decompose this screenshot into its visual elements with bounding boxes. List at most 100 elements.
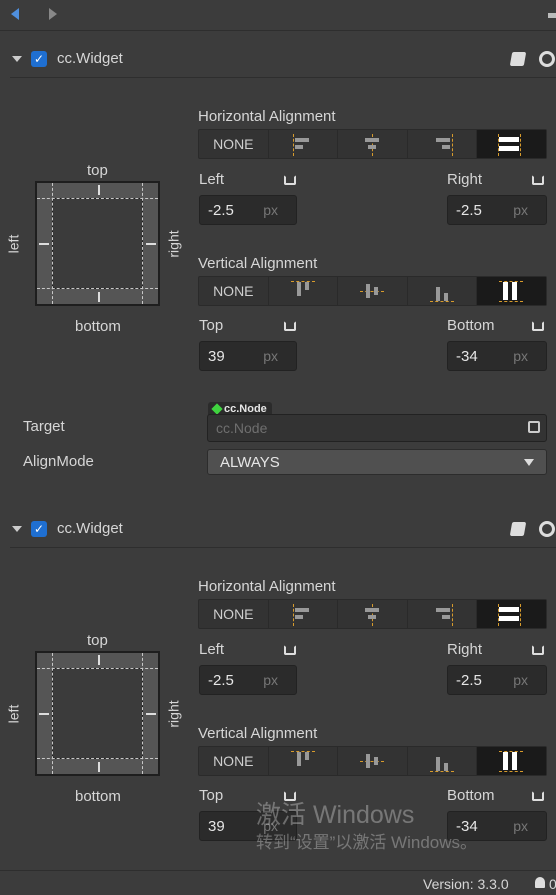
align-mode-select[interactable]: ALWAYS: [207, 449, 547, 475]
target-label: Target: [23, 418, 65, 435]
top-lock-icon[interactable]: [284, 321, 296, 331]
vertical-alignment-label: Vertical Alignment: [198, 255, 318, 272]
collapse-arrow-icon[interactable]: [12, 56, 22, 62]
align-bottom-icon-bar2: [443, 293, 448, 301]
toolbar-divider: [0, 30, 556, 31]
v-align-stretch-button[interactable]: [477, 277, 546, 305]
activation-watermark-title: 激活 Windows: [256, 801, 415, 829]
left-lock-icon[interactable]: [284, 645, 296, 655]
h-align-stretch-button[interactable]: [477, 600, 546, 628]
activation-watermark-subtitle: 转到“设置”以激活 Windows。: [256, 833, 478, 852]
diagram-node: [52, 668, 143, 759]
widget-component-1: ✓ cc.Widget top bottom left right Horizo…: [0, 40, 556, 510]
right-unit: px: [513, 202, 528, 218]
menu-icon[interactable]: [548, 13, 556, 18]
middle-guide: [360, 291, 385, 292]
back-icon[interactable]: [11, 8, 19, 20]
h-align-left-button[interactable]: [269, 130, 339, 158]
align-right-icon: [435, 138, 450, 142]
left-unit: px: [263, 672, 278, 688]
horizontal-alignment-label: Horizontal Alignment: [198, 578, 336, 595]
enabled-checkbox[interactable]: ✓: [31, 521, 47, 537]
horizontal-alignment-label: Horizontal Alignment: [198, 108, 336, 125]
right-value: -2.5: [456, 202, 482, 219]
h-align-right-button[interactable]: [408, 130, 478, 158]
guide-top: [37, 668, 158, 669]
right-value: -2.5: [456, 672, 482, 689]
align-center-icon-bar2: [368, 145, 377, 149]
diagram-left-label: left: [5, 704, 22, 724]
align-top-icon: [296, 282, 301, 296]
help-book-icon[interactable]: [509, 52, 527, 66]
v-align-stretch-button[interactable]: [477, 747, 546, 775]
forward-icon[interactable]: [49, 8, 57, 20]
align-middle-icon: [366, 284, 371, 298]
left-input[interactable]: -2.5 px: [199, 665, 297, 695]
left-value: -2.5: [208, 202, 234, 219]
v-align-top-button[interactable]: [269, 277, 339, 305]
alignment-diagram[interactable]: [35, 651, 160, 776]
bottom-lock-icon[interactable]: [532, 791, 544, 801]
align-left-icon-bar2: [294, 145, 303, 149]
v-align-none-button[interactable]: NONE: [199, 747, 269, 775]
node-picker-icon[interactable]: [528, 421, 540, 433]
v-align-none-button[interactable]: NONE: [199, 277, 269, 305]
bottom-lock-icon[interactable]: [532, 321, 544, 331]
stretch-guide-right: [520, 134, 522, 156]
h-align-stretch-button[interactable]: [477, 130, 546, 158]
left-input[interactable]: -2.5 px: [199, 195, 297, 225]
guide-top: [37, 198, 158, 199]
align-middle-icon-bar2: [374, 757, 379, 765]
align-stretch-icon-bar2: [499, 616, 520, 621]
v-align-bottom-button[interactable]: [408, 277, 478, 305]
diagram-left-label: left: [5, 234, 22, 254]
guide-bottom: [37, 288, 158, 289]
right-input[interactable]: -2.5 px: [447, 195, 547, 225]
bottom-label: Bottom: [447, 317, 495, 334]
h-align-none-button[interactable]: NONE: [199, 600, 269, 628]
h-align-left-button[interactable]: [269, 600, 339, 628]
align-right-icon-bar2: [441, 145, 450, 149]
align-center-icon: [365, 138, 380, 142]
v-align-bottom-button[interactable]: [408, 747, 478, 775]
v-align-middle-button[interactable]: [338, 747, 408, 775]
align-center-icon: [365, 608, 380, 612]
align-top-icon-bar2: [304, 282, 309, 290]
vertical-alignment-label: Vertical Alignment: [198, 725, 318, 742]
left-edge-guide: [292, 134, 294, 156]
bottom-unit: px: [513, 348, 528, 364]
v-align-middle-button[interactable]: [338, 277, 408, 305]
top-value: 39: [208, 818, 225, 835]
top-arrow-icon: [98, 185, 100, 195]
settings-gear-icon[interactable]: [539, 51, 555, 67]
h-align-center-button[interactable]: [338, 130, 408, 158]
bottom-input[interactable]: -34 px: [447, 341, 547, 371]
align-middle-icon-bar2: [374, 287, 379, 295]
top-input[interactable]: 39 px: [199, 341, 297, 371]
target-input[interactable]: cc.Node: [207, 414, 547, 442]
middle-guide: [360, 761, 385, 762]
collapse-arrow-icon[interactable]: [12, 526, 22, 532]
left-lock-icon[interactable]: [284, 175, 296, 185]
h-align-none-button[interactable]: NONE: [199, 130, 269, 158]
h-align-center-button[interactable]: [338, 600, 408, 628]
right-arrow-icon: [146, 713, 156, 715]
right-lock-icon[interactable]: [532, 175, 544, 185]
guide-bottom: [37, 758, 158, 759]
h-align-right-button[interactable]: [408, 600, 478, 628]
vertical-alignment-group: NONE: [198, 276, 547, 306]
alignment-diagram[interactable]: [35, 181, 160, 306]
v-align-top-button[interactable]: [269, 747, 339, 775]
align-top-icon: [296, 752, 301, 766]
v-none-label: NONE: [213, 753, 254, 769]
settings-gear-icon[interactable]: [539, 521, 555, 537]
right-input[interactable]: -2.5 px: [447, 665, 547, 695]
bell-icon[interactable]: [535, 877, 545, 888]
header-divider: [10, 77, 556, 78]
top-edge-guide: [290, 281, 315, 282]
right-lock-icon[interactable]: [532, 645, 544, 655]
left-label: Left: [199, 641, 225, 658]
enabled-checkbox[interactable]: ✓: [31, 51, 47, 67]
left-value: -2.5: [208, 672, 234, 689]
help-book-icon[interactable]: [509, 522, 527, 536]
